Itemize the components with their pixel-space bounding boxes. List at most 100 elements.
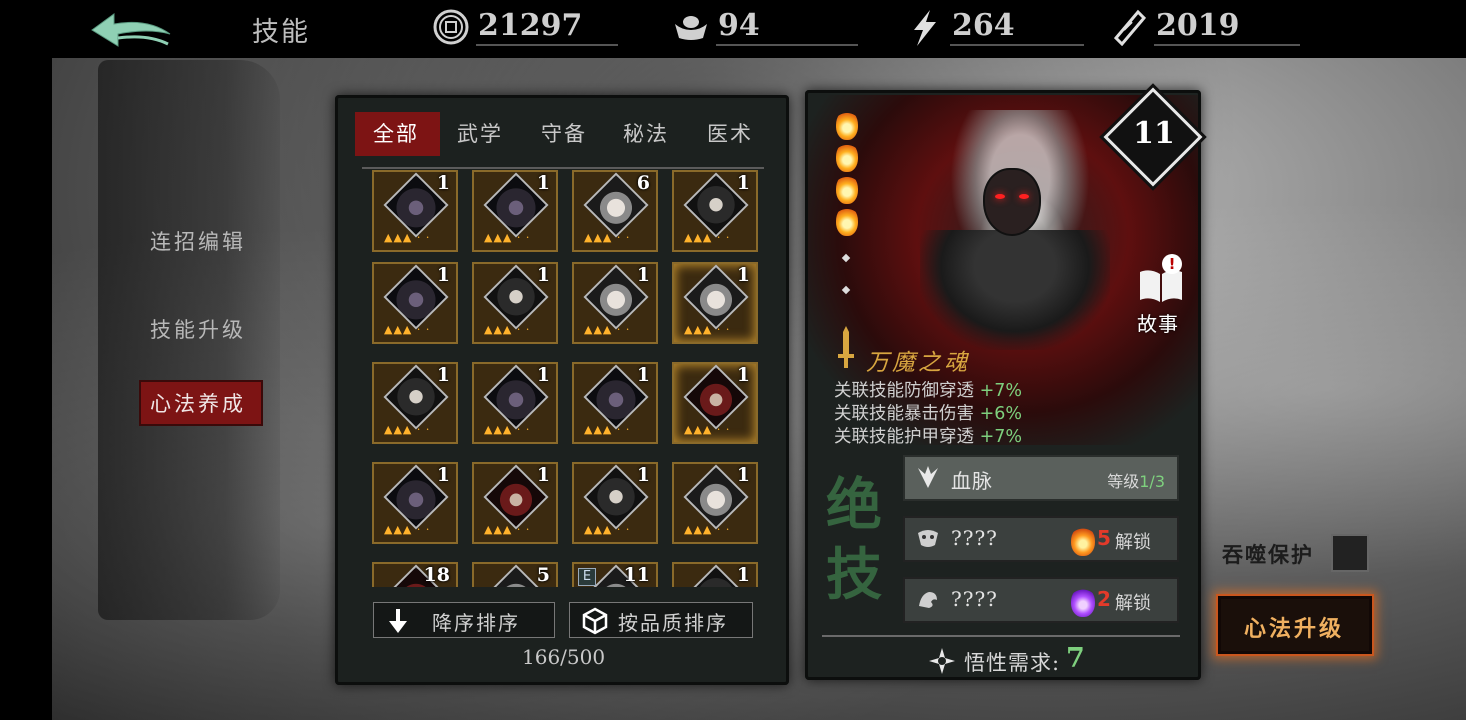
- flame-rating-icon: ▲▲▲ · ·: [484, 523, 531, 536]
- flame-rating-icon: ▲▲▲ · ·: [584, 323, 631, 336]
- resource-energy: 264: [906, 6, 1096, 50]
- devour-protect-label: 吞噬保护: [1222, 542, 1314, 567]
- locked-slot-name: ????: [951, 526, 998, 550]
- flame-rating-icon: ▲▲▲ · ·: [484, 323, 531, 336]
- tab-medicine[interactable]: 医术: [707, 118, 753, 148]
- unlock-label: 解锁: [1115, 593, 1151, 614]
- star-flame-icon: [836, 174, 858, 204]
- flame-rating-icon: ▲▲▲ · ·: [484, 423, 531, 436]
- skill-cell[interactable]: 1▲▲▲ · ·: [672, 262, 758, 344]
- flame-rating-icon: ▲▲▲ · ·: [484, 231, 531, 244]
- back-button[interactable]: [88, 8, 174, 52]
- skill-cell[interactable]: 1▲▲▲ · ·: [672, 462, 758, 544]
- skill-cell[interactable]: 1▲▲▲ · ·: [472, 362, 558, 444]
- copper-coin-icon: [433, 9, 469, 45]
- skill-count: 1: [736, 364, 750, 386]
- flame-rating-icon: ▲▲▲ · ·: [584, 231, 631, 244]
- skill-name: 万魔之魂: [866, 350, 970, 376]
- unlock-count: 2: [1097, 587, 1111, 611]
- skill-cell[interactable]: 1 ▲▲▲ · ·: [372, 362, 458, 444]
- star-flame-icon: [836, 206, 858, 236]
- skill-cell[interactable]: 18▲▲▲ · ·: [372, 562, 458, 587]
- bloodline-level-label: 等级: [1107, 472, 1140, 491]
- orange-flame-icon: [1071, 526, 1095, 556]
- skill-count: 1: [536, 172, 550, 194]
- story-button[interactable]: ! 故事: [1132, 254, 1190, 336]
- sort-descending-label: 降序排序: [432, 611, 520, 635]
- flame-rating-icon: ▲▲▲ · ·: [584, 523, 631, 536]
- skill-grid: 1 ▲▲▲ · · 1 ▲▲▲ · · 6 ▲▲▲ · · 1 ▲▲▲ · · 1 ▲▲▲ · ·…: [372, 170, 762, 587]
- sword-icon: [838, 326, 854, 368]
- skill-count: 11: [623, 564, 650, 586]
- stat-line: 关联技能护甲穿透 +7%: [834, 423, 1022, 448]
- sidebar-item-mental-cultivation[interactable]: 心法养成: [150, 388, 246, 418]
- back-arrow-icon: [91, 13, 171, 47]
- skill-cell[interactable]: 1▲▲▲ · ·: [372, 462, 458, 544]
- locked-slot-name: ????: [951, 587, 998, 611]
- skill-count: 1: [536, 464, 550, 486]
- skill-cell[interactable]: 1▲▲▲ · ·: [472, 262, 558, 344]
- bloodline-name: 血脉: [951, 469, 993, 493]
- skill-count: 1: [436, 464, 450, 486]
- locked-slot-2[interactable]: ???? 2 解锁: [903, 577, 1179, 623]
- hero-eye-left: [995, 194, 1005, 199]
- skill-count: 1: [736, 172, 750, 194]
- sidebar-item-skill-upgrade[interactable]: 技能升级: [150, 314, 246, 344]
- skill-cell[interactable]: 1▲▲▲ · ·: [672, 170, 758, 252]
- level-value: 11: [1133, 116, 1175, 151]
- sidebar-item-combo-edit[interactable]: 连招编辑: [150, 226, 246, 256]
- ultimate-calligraphy: 绝技: [826, 472, 882, 608]
- skill-count: 166/500: [522, 645, 606, 669]
- sort-quality-button[interactable]: 按品质排序: [569, 602, 753, 638]
- sort-quality-label: 按品质排序: [618, 611, 728, 635]
- star-flame-icon: [836, 110, 858, 140]
- beast-icon: [919, 592, 937, 608]
- resource-copper-value: 21297: [478, 8, 583, 43]
- tab-martial[interactable]: 武学: [457, 118, 503, 148]
- bloodline-slot[interactable]: 血脉 等级1/3: [903, 455, 1179, 501]
- skill-cell[interactable]: 1▲▲▲ · ·: [372, 170, 458, 252]
- stat-bonus: +7%: [979, 427, 1023, 447]
- tab-secret[interactable]: 秘法: [623, 118, 669, 148]
- silver-ingot-icon: [675, 16, 707, 40]
- skill-cell[interactable]: 1 ▲▲▲ · ·: [572, 462, 658, 544]
- bloodline-icon: [918, 466, 938, 488]
- skill-cell[interactable]: 6 ▲▲▲ · ·: [572, 170, 658, 252]
- bloodline-level: 等级1/3: [1107, 468, 1165, 492]
- resource-silver: 94: [672, 6, 862, 50]
- skill-count: 1: [436, 364, 450, 386]
- tab-all[interactable]: 全部: [373, 118, 419, 148]
- skill-cell[interactable]: 1▲▲▲ · ·: [572, 262, 658, 344]
- skill-count: 1: [436, 172, 450, 194]
- skill-cell[interactable]: 5▲▲▲ · ·: [472, 562, 558, 587]
- stat-text: 关联技能暴击伤害: [834, 404, 974, 424]
- skill-cell[interactable]: 1 ▲▲▲ · ·: [372, 262, 458, 344]
- resource-silver-value: 94: [718, 8, 760, 43]
- top-bar: 技能 21297 94 264 2019: [0, 0, 1466, 58]
- insight-label: 悟性需求:: [964, 651, 1061, 675]
- skill-cell[interactable]: 1 ▲▲▲ · ·: [472, 462, 558, 544]
- flame-rating-icon: ▲▲▲ · ·: [384, 423, 431, 436]
- skill-count: 1: [636, 464, 650, 486]
- skill-cell[interactable]: 11▲▲▲ · ·E: [572, 562, 658, 587]
- sort-descending-button[interactable]: 降序排序: [373, 602, 555, 638]
- tab-defense[interactable]: 守备: [541, 118, 587, 148]
- skill-cell[interactable]: 1 ▲▲▲ · ·: [472, 170, 558, 252]
- skill-cell[interactable]: 1▲▲▲ · ·: [572, 362, 658, 444]
- skill-cell[interactable]: 1▲▲▲ · ·: [672, 562, 758, 587]
- stat-line: 关联技能暴击伤害 +6%: [834, 400, 1022, 425]
- skill-count: 5: [536, 564, 550, 586]
- devour-protect-checkbox[interactable]: [1331, 534, 1369, 572]
- skill-count: 1: [736, 564, 750, 586]
- stat-bonus: +6%: [979, 404, 1023, 424]
- mental-upgrade-button[interactable]: 心法升级: [1216, 594, 1374, 656]
- arrow-down-icon: [389, 609, 407, 633]
- locked-slot-1[interactable]: ???? 5 解锁: [903, 516, 1179, 562]
- mask-icon: [918, 530, 938, 547]
- skill-count: 1: [436, 264, 450, 286]
- skill-cell[interactable]: 1▲▲▲ · ·: [672, 362, 758, 444]
- flame-rating-icon: ▲▲▲ · ·: [384, 323, 431, 336]
- book-icon: [1140, 270, 1182, 302]
- resource-ticket-value: 2019: [1156, 8, 1240, 43]
- insight-value: 7: [1066, 643, 1085, 674]
